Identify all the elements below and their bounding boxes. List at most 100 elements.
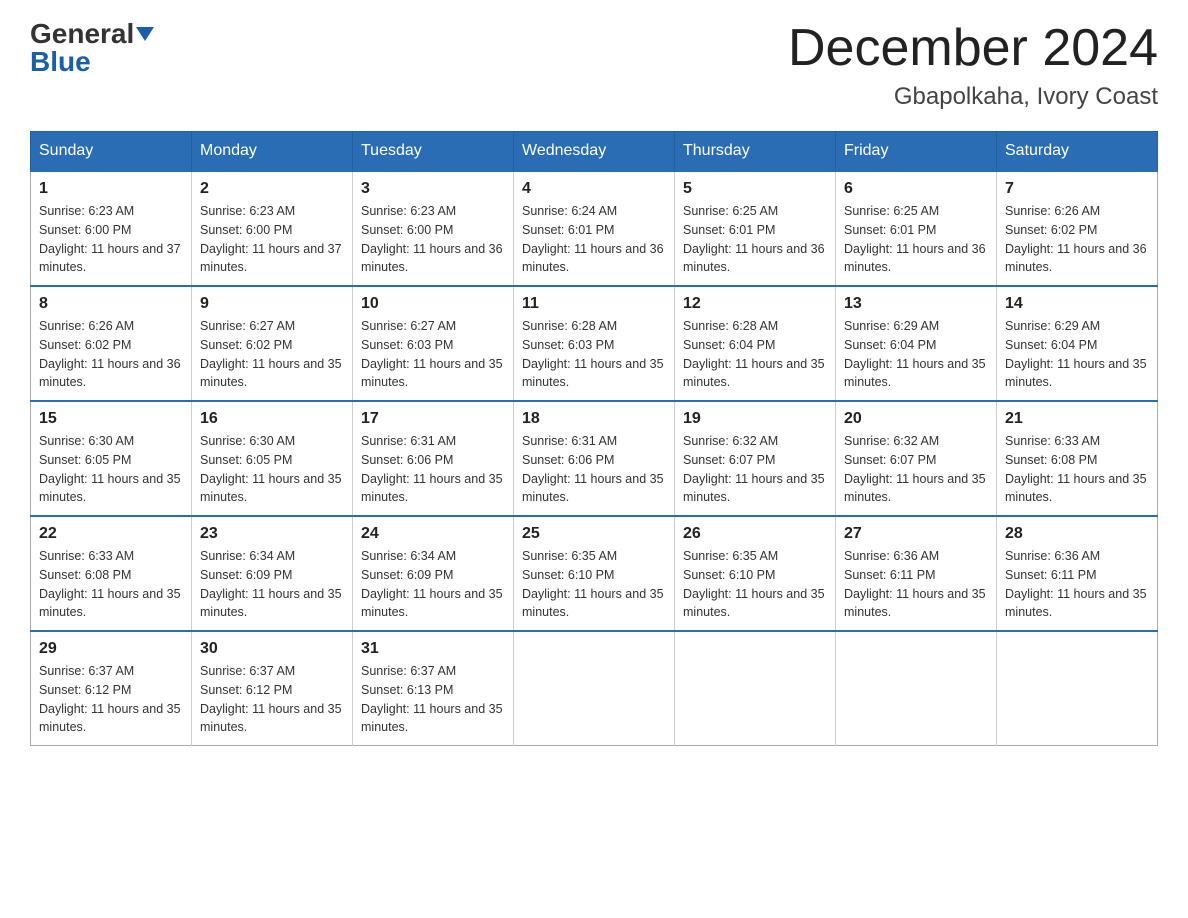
day-info: Sunrise: 6:35 AMSunset: 6:10 PMDaylight:… [683,547,827,622]
day-info: Sunrise: 6:37 AMSunset: 6:13 PMDaylight:… [361,662,505,737]
calendar-cell: 7 Sunrise: 6:26 AMSunset: 6:02 PMDayligh… [997,171,1158,286]
calendar-cell: 29 Sunrise: 6:37 AMSunset: 6:12 PMDaylig… [31,631,192,746]
day-number: 20 [844,410,988,428]
calendar-cell: 1 Sunrise: 6:23 AMSunset: 6:00 PMDayligh… [31,171,192,286]
weekday-header-thursday: Thursday [675,132,836,172]
calendar-cell [836,631,997,746]
day-number: 18 [522,410,666,428]
day-number: 25 [522,525,666,543]
weekday-header-wednesday: Wednesday [514,132,675,172]
calendar-cell: 4 Sunrise: 6:24 AMSunset: 6:01 PMDayligh… [514,171,675,286]
calendar-cell: 25 Sunrise: 6:35 AMSunset: 6:10 PMDaylig… [514,516,675,631]
day-info: Sunrise: 6:29 AMSunset: 6:04 PMDaylight:… [1005,317,1149,392]
day-info: Sunrise: 6:36 AMSunset: 6:11 PMDaylight:… [844,547,988,622]
calendar-cell: 5 Sunrise: 6:25 AMSunset: 6:01 PMDayligh… [675,171,836,286]
day-number: 3 [361,180,505,198]
weekday-header-saturday: Saturday [997,132,1158,172]
day-number: 28 [1005,525,1149,543]
calendar-cell: 20 Sunrise: 6:32 AMSunset: 6:07 PMDaylig… [836,401,997,516]
day-number: 27 [844,525,988,543]
page-header: General Blue December 2024 Gbapolkaha, I… [30,20,1158,111]
day-info: Sunrise: 6:28 AMSunset: 6:04 PMDaylight:… [683,317,827,392]
day-info: Sunrise: 6:34 AMSunset: 6:09 PMDaylight:… [200,547,344,622]
day-info: Sunrise: 6:37 AMSunset: 6:12 PMDaylight:… [39,662,183,737]
day-info: Sunrise: 6:26 AMSunset: 6:02 PMDaylight:… [1005,202,1149,277]
logo-general-text: General [30,20,134,48]
calendar-cell: 9 Sunrise: 6:27 AMSunset: 6:02 PMDayligh… [192,286,353,401]
calendar-cell: 31 Sunrise: 6:37 AMSunset: 6:13 PMDaylig… [353,631,514,746]
day-number: 8 [39,295,183,313]
calendar-cell: 10 Sunrise: 6:27 AMSunset: 6:03 PMDaylig… [353,286,514,401]
calendar-cell: 3 Sunrise: 6:23 AMSunset: 6:00 PMDayligh… [353,171,514,286]
day-info: Sunrise: 6:23 AMSunset: 6:00 PMDaylight:… [200,202,344,277]
day-info: Sunrise: 6:29 AMSunset: 6:04 PMDaylight:… [844,317,988,392]
calendar-cell: 2 Sunrise: 6:23 AMSunset: 6:00 PMDayligh… [192,171,353,286]
day-number: 31 [361,640,505,658]
weekday-header-tuesday: Tuesday [353,132,514,172]
weekday-header-friday: Friday [836,132,997,172]
day-number: 1 [39,180,183,198]
calendar-cell: 17 Sunrise: 6:31 AMSunset: 6:06 PMDaylig… [353,401,514,516]
weekday-header-sunday: Sunday [31,132,192,172]
logo-blue-text: Blue [30,48,91,76]
day-number: 29 [39,640,183,658]
calendar-cell: 16 Sunrise: 6:30 AMSunset: 6:05 PMDaylig… [192,401,353,516]
day-info: Sunrise: 6:25 AMSunset: 6:01 PMDaylight:… [683,202,827,277]
day-number: 2 [200,180,344,198]
day-number: 19 [683,410,827,428]
day-number: 24 [361,525,505,543]
calendar-cell: 11 Sunrise: 6:28 AMSunset: 6:03 PMDaylig… [514,286,675,401]
day-info: Sunrise: 6:32 AMSunset: 6:07 PMDaylight:… [844,432,988,507]
day-number: 11 [522,295,666,313]
calendar-cell: 12 Sunrise: 6:28 AMSunset: 6:04 PMDaylig… [675,286,836,401]
weekday-header-row: SundayMondayTuesdayWednesdayThursdayFrid… [31,132,1158,172]
day-number: 5 [683,180,827,198]
calendar-cell: 6 Sunrise: 6:25 AMSunset: 6:01 PMDayligh… [836,171,997,286]
day-number: 26 [683,525,827,543]
calendar-cell [514,631,675,746]
day-info: Sunrise: 6:25 AMSunset: 6:01 PMDaylight:… [844,202,988,277]
day-number: 16 [200,410,344,428]
title-area: December 2024 Gbapolkaha, Ivory Coast [788,20,1158,111]
calendar-cell: 30 Sunrise: 6:37 AMSunset: 6:12 PMDaylig… [192,631,353,746]
day-info: Sunrise: 6:23 AMSunset: 6:00 PMDaylight:… [361,202,505,277]
day-info: Sunrise: 6:31 AMSunset: 6:06 PMDaylight:… [522,432,666,507]
calendar-table: SundayMondayTuesdayWednesdayThursdayFrid… [30,131,1158,746]
day-info: Sunrise: 6:31 AMSunset: 6:06 PMDaylight:… [361,432,505,507]
day-info: Sunrise: 6:33 AMSunset: 6:08 PMDaylight:… [39,547,183,622]
calendar-week-row: 1 Sunrise: 6:23 AMSunset: 6:00 PMDayligh… [31,171,1158,286]
day-number: 12 [683,295,827,313]
day-info: Sunrise: 6:28 AMSunset: 6:03 PMDaylight:… [522,317,666,392]
calendar-cell: 8 Sunrise: 6:26 AMSunset: 6:02 PMDayligh… [31,286,192,401]
calendar-cell: 19 Sunrise: 6:32 AMSunset: 6:07 PMDaylig… [675,401,836,516]
calendar-cell: 14 Sunrise: 6:29 AMSunset: 6:04 PMDaylig… [997,286,1158,401]
day-info: Sunrise: 6:37 AMSunset: 6:12 PMDaylight:… [200,662,344,737]
day-number: 23 [200,525,344,543]
month-title: December 2024 [788,20,1158,77]
day-number: 14 [1005,295,1149,313]
day-number: 13 [844,295,988,313]
day-number: 15 [39,410,183,428]
calendar-cell: 27 Sunrise: 6:36 AMSunset: 6:11 PMDaylig… [836,516,997,631]
day-number: 22 [39,525,183,543]
calendar-week-row: 15 Sunrise: 6:30 AMSunset: 6:05 PMDaylig… [31,401,1158,516]
day-info: Sunrise: 6:36 AMSunset: 6:11 PMDaylight:… [1005,547,1149,622]
day-info: Sunrise: 6:26 AMSunset: 6:02 PMDaylight:… [39,317,183,392]
calendar-cell: 28 Sunrise: 6:36 AMSunset: 6:11 PMDaylig… [997,516,1158,631]
day-number: 21 [1005,410,1149,428]
day-number: 6 [844,180,988,198]
day-info: Sunrise: 6:30 AMSunset: 6:05 PMDaylight:… [200,432,344,507]
day-info: Sunrise: 6:32 AMSunset: 6:07 PMDaylight:… [683,432,827,507]
calendar-cell [675,631,836,746]
day-info: Sunrise: 6:27 AMSunset: 6:02 PMDaylight:… [200,317,344,392]
day-number: 10 [361,295,505,313]
calendar-cell: 21 Sunrise: 6:33 AMSunset: 6:08 PMDaylig… [997,401,1158,516]
calendar-cell: 24 Sunrise: 6:34 AMSunset: 6:09 PMDaylig… [353,516,514,631]
day-number: 4 [522,180,666,198]
day-number: 7 [1005,180,1149,198]
calendar-cell: 26 Sunrise: 6:35 AMSunset: 6:10 PMDaylig… [675,516,836,631]
calendar-cell: 23 Sunrise: 6:34 AMSunset: 6:09 PMDaylig… [192,516,353,631]
weekday-header-monday: Monday [192,132,353,172]
calendar-week-row: 29 Sunrise: 6:37 AMSunset: 6:12 PMDaylig… [31,631,1158,746]
day-info: Sunrise: 6:30 AMSunset: 6:05 PMDaylight:… [39,432,183,507]
